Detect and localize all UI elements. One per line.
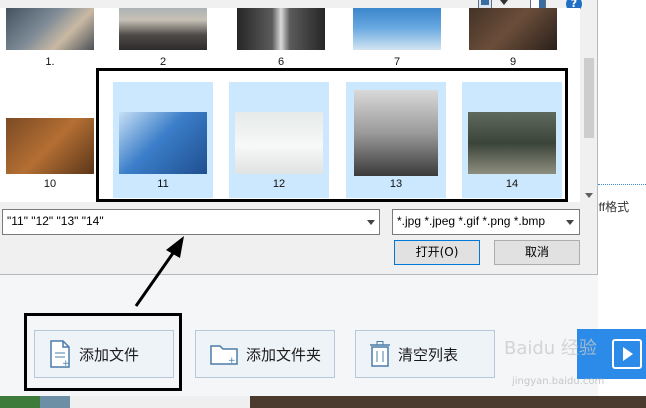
file-label: 2 xyxy=(159,56,167,68)
vertical-scrollbar[interactable] xyxy=(581,8,597,202)
filename-dropdown-icon[interactable] xyxy=(363,210,379,234)
annotation-box-selected-files xyxy=(96,68,568,202)
photo-laptop-icon xyxy=(6,118,94,174)
trash-icon xyxy=(370,341,390,367)
folder-icon: + xyxy=(210,345,238,365)
watermark-text: Baidu 经验 xyxy=(504,338,597,359)
watermark-url: jingyan.baidu.com xyxy=(512,376,605,387)
photo-pier-icon xyxy=(119,8,207,50)
svg-text:+: + xyxy=(228,356,236,365)
file-label: 6 xyxy=(277,56,285,68)
add-folder-button[interactable]: + 添加文件夹 xyxy=(195,330,335,378)
scrollbar-thumb[interactable] xyxy=(584,58,594,138)
file-label: 9 xyxy=(509,56,517,68)
chevron-down-icon[interactable] xyxy=(500,0,508,5)
file-label: 7 xyxy=(393,56,401,68)
open-button[interactable]: 打开(O) xyxy=(394,240,480,265)
photo-hands-icon xyxy=(6,8,94,50)
photo-city-icon xyxy=(353,8,441,50)
file-label: 10 xyxy=(43,178,57,190)
clear-list-button[interactable]: 清空列表 xyxy=(355,330,495,378)
filename-input[interactable]: "11" "12" "13" "14" xyxy=(2,209,380,235)
scroll-down-icon[interactable] xyxy=(585,193,593,198)
file-label: 1. xyxy=(45,56,55,68)
open-file-dialog: ? 1. 2 6 7 9 10 11 12 13 14 "11" "12" "1… xyxy=(0,0,598,275)
bottom-taskbar-strip xyxy=(0,396,646,408)
play-icon xyxy=(612,339,642,369)
format-hint-text: iff格式 xyxy=(596,200,630,214)
dotted-separator xyxy=(598,184,646,185)
file-item[interactable]: 10 xyxy=(0,82,100,198)
photo-room-icon xyxy=(237,8,325,50)
cancel-button[interactable]: 取消 xyxy=(494,240,580,265)
file-type-filter[interactable]: *.jpg *.jpeg *.gif *.png *.bmp xyxy=(392,209,580,235)
clear-list-label: 清空列表 xyxy=(398,345,459,364)
annotation-box-add-file xyxy=(24,313,182,391)
add-folder-label: 添加文件夹 xyxy=(246,345,322,364)
photo-desk-icon xyxy=(469,8,557,50)
filter-dropdown-icon[interactable] xyxy=(562,210,578,234)
